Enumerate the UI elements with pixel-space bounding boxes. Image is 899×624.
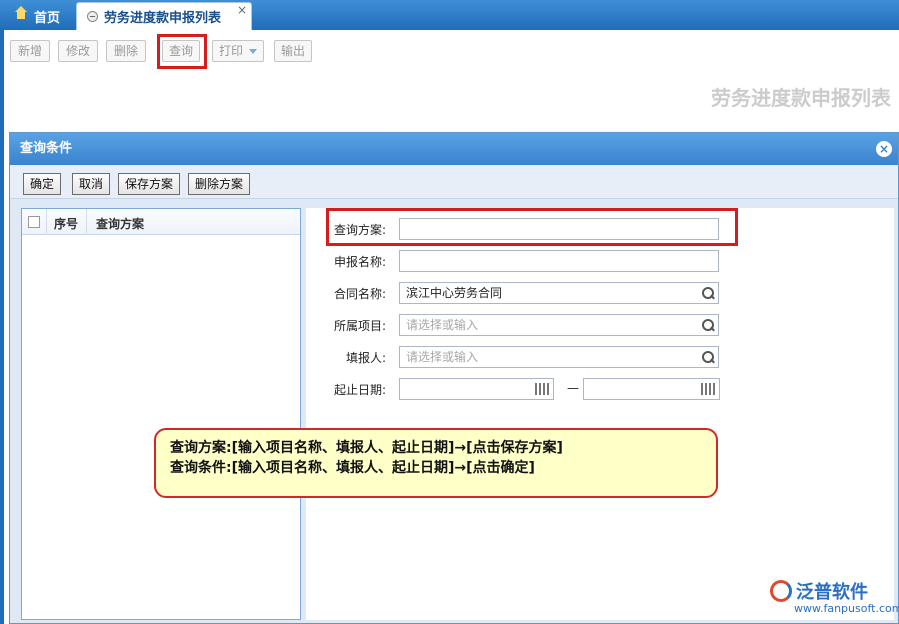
reporter-placeholder: 请选择或输入 bbox=[406, 350, 479, 364]
tab-active-label: 劳务进度款申报列表 bbox=[104, 11, 222, 26]
note-line-1: 查询方案:[输入项目名称、填报人、起止日期]→[点击保存方案] bbox=[170, 440, 563, 456]
column-plan: 查询方案 bbox=[96, 217, 145, 231]
select-all-checkbox[interactable] bbox=[28, 216, 40, 228]
page-title: 劳务进度款申报列表 bbox=[711, 86, 891, 110]
date-label: 起止日期: bbox=[333, 383, 386, 397]
search-icon[interactable] bbox=[702, 351, 714, 363]
tab-bar: 首页 劳务进度款申报列表 × bbox=[0, 0, 899, 30]
page-icon bbox=[87, 11, 98, 22]
calendar-icon[interactable] bbox=[701, 383, 715, 395]
plan-list-header: 序号 查询方案 bbox=[22, 209, 300, 235]
logo-name: 泛普软件 bbox=[796, 582, 868, 603]
date-row: 起止日期: — bbox=[306, 378, 894, 400]
dialog-toolbar: 确定 取消 保存方案 删除方案 bbox=[10, 165, 898, 199]
project-input[interactable]: 请选择或输入 bbox=[399, 314, 719, 336]
close-icon[interactable]: × bbox=[876, 141, 892, 157]
project-label: 所属项目: bbox=[333, 319, 386, 333]
query-highlight-box bbox=[157, 34, 207, 69]
calendar-icon[interactable] bbox=[535, 383, 549, 395]
contract-value: 滨江中心劳务合同 bbox=[406, 286, 503, 300]
contract-label: 合同名称: bbox=[333, 287, 386, 301]
start-date-input[interactable] bbox=[399, 378, 554, 400]
reporter-input[interactable]: 请选择或输入 bbox=[399, 346, 719, 368]
tab-home-label: 首页 bbox=[34, 10, 61, 26]
dialog-title: 查询条件 bbox=[20, 141, 73, 156]
search-icon[interactable] bbox=[702, 287, 714, 299]
home-icon bbox=[14, 6, 28, 22]
column-divider bbox=[86, 209, 87, 235]
column-index: 序号 bbox=[54, 217, 79, 231]
reporter-row: 填报人: 请选择或输入 bbox=[306, 346, 894, 368]
cancel-button[interactable]: 取消 bbox=[72, 173, 111, 195]
reporter-label: 填报人: bbox=[345, 351, 386, 365]
print-button[interactable]: 打印 bbox=[212, 40, 264, 62]
tab-labor-progress-list[interactable]: 劳务进度款申报列表 × bbox=[76, 2, 252, 30]
delete-plan-button[interactable]: 删除方案 bbox=[188, 173, 251, 195]
plan-list-panel: 序号 查询方案 bbox=[21, 208, 301, 620]
toolbar: 新增 修改 删除 查询 打印 输出 bbox=[0, 30, 899, 70]
dialog-header: 查询条件 × bbox=[10, 133, 898, 165]
print-label: 打印 bbox=[219, 44, 244, 58]
query-form: 查询方案: 申报名称: 合同名称: 滨江中心劳务合同 所属项目: 请选择或输入 … bbox=[306, 208, 894, 620]
query-dialog: 查询条件 × 确定 取消 保存方案 删除方案 序号 查询方案 查询方案: 申报名… bbox=[9, 132, 899, 624]
plan-highlight-box bbox=[326, 208, 738, 246]
project-placeholder: 请选择或输入 bbox=[406, 318, 479, 332]
date-separator: — bbox=[567, 381, 579, 395]
delete-button[interactable]: 删除 bbox=[106, 40, 146, 62]
chevron-down-icon bbox=[249, 49, 258, 54]
report-name-label: 申报名称: bbox=[333, 255, 386, 269]
brand-logo: 泛普软件 www.fanpusoft.com bbox=[770, 578, 899, 618]
tab-home[interactable]: 首页 bbox=[4, 2, 72, 30]
contract-input[interactable]: 滨江中心劳务合同 bbox=[399, 282, 719, 304]
left-border bbox=[0, 70, 4, 624]
note-line-2: 查询条件:[输入项目名称、填报人、起止日期]→[点击确定] bbox=[170, 460, 535, 476]
search-icon[interactable] bbox=[702, 319, 714, 331]
report-name-row: 申报名称: bbox=[306, 250, 894, 272]
confirm-button[interactable]: 确定 bbox=[23, 173, 62, 195]
logo-url: www.fanpusoft.com bbox=[794, 602, 899, 615]
column-divider bbox=[46, 209, 47, 235]
instruction-note: 查询方案:[输入项目名称、填报人、起止日期]→[点击保存方案] 查询条件:[输入… bbox=[154, 428, 718, 498]
export-button[interactable]: 输出 bbox=[274, 40, 312, 62]
save-plan-button[interactable]: 保存方案 bbox=[118, 173, 181, 195]
contract-row: 合同名称: 滨江中心劳务合同 bbox=[306, 282, 894, 304]
add-button[interactable]: 新增 bbox=[10, 40, 50, 62]
edit-button[interactable]: 修改 bbox=[58, 40, 98, 62]
report-name-input[interactable] bbox=[399, 250, 719, 272]
tab-close-icon[interactable]: × bbox=[237, 3, 247, 17]
end-date-input[interactable] bbox=[583, 378, 720, 400]
project-row: 所属项目: 请选择或输入 bbox=[306, 314, 894, 336]
logo-icon bbox=[770, 580, 792, 602]
